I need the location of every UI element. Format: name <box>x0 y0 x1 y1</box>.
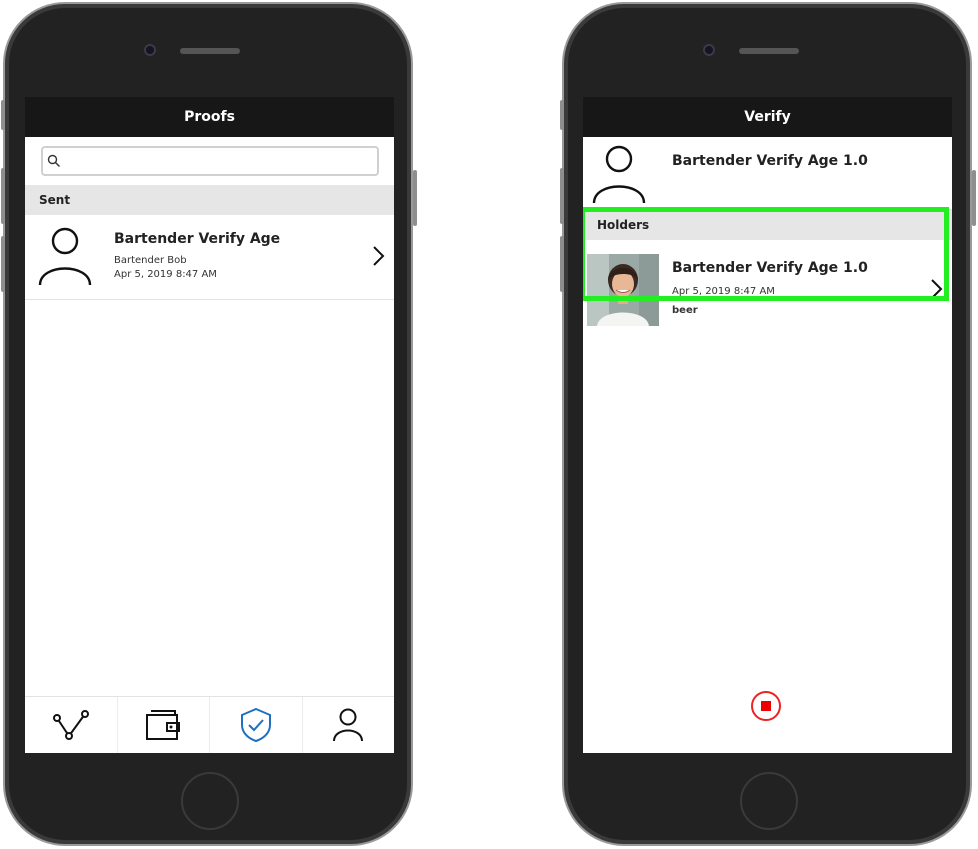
profile-icon <box>333 708 364 742</box>
header-bar: Verify <box>583 97 952 137</box>
volume-down-button <box>560 236 564 292</box>
list-item[interactable]: Bartender Verify Age Bartender Bob Apr 5… <box>25 215 394 300</box>
front-camera <box>144 44 156 56</box>
tab-connections[interactable] <box>25 697 117 753</box>
right-phone: Verify Bartender Verify Age 1.0 Holders <box>560 2 976 846</box>
front-camera <box>703 44 715 56</box>
proof-date: Apr 5, 2019 8:47 AM <box>114 269 217 280</box>
left-phone: Proofs Sent Bartender Verify Age Bartend… <box>1 2 417 846</box>
search-icon <box>47 154 60 167</box>
verify-screen: Verify Bartender Verify Age 1.0 Holders <box>583 97 952 753</box>
user-avatar-icon <box>38 227 92 286</box>
home-button <box>740 772 798 830</box>
volume-down-button <box>1 236 5 292</box>
stop-icon <box>761 701 771 711</box>
chevron-right-icon <box>373 246 385 266</box>
home-button <box>181 772 239 830</box>
selection-highlight <box>583 207 949 301</box>
earpiece-speaker <box>739 48 799 54</box>
user-avatar-icon <box>592 145 646 204</box>
page-title: Proofs <box>184 109 235 125</box>
section-label: Sent <box>39 193 71 207</box>
proof-request-card: Bartender Verify Age 1.0 <box>583 137 952 210</box>
stop-button[interactable] <box>751 691 781 721</box>
search-input[interactable] <box>40 146 379 176</box>
request-title: Bartender Verify Age 1.0 <box>672 153 868 169</box>
earpiece-speaker <box>180 48 240 54</box>
connections-icon <box>52 710 89 740</box>
mute-switch <box>560 100 564 130</box>
page-title: Verify <box>744 109 791 125</box>
power-button <box>972 170 976 226</box>
mute-switch <box>1 100 5 130</box>
power-button <box>413 170 417 226</box>
proofs-screen: Proofs Sent Bartender Verify Age Bartend… <box>25 97 394 753</box>
header-bar: Proofs <box>25 97 394 137</box>
shield-check-icon <box>240 707 271 743</box>
holder-tag: beer <box>672 305 698 316</box>
tab-proofs[interactable] <box>209 697 302 753</box>
tab-profile[interactable] <box>301 697 395 753</box>
tab-wallet[interactable] <box>116 697 210 753</box>
volume-up-button <box>1 168 5 224</box>
proof-sender: Bartender Bob <box>114 255 187 266</box>
volume-up-button <box>560 168 564 224</box>
proof-title: Bartender Verify Age <box>114 231 281 247</box>
search-container <box>25 137 394 185</box>
section-header-sent: Sent <box>25 185 394 215</box>
wallet-icon <box>146 710 181 740</box>
bottom-tab-bar <box>25 696 394 753</box>
